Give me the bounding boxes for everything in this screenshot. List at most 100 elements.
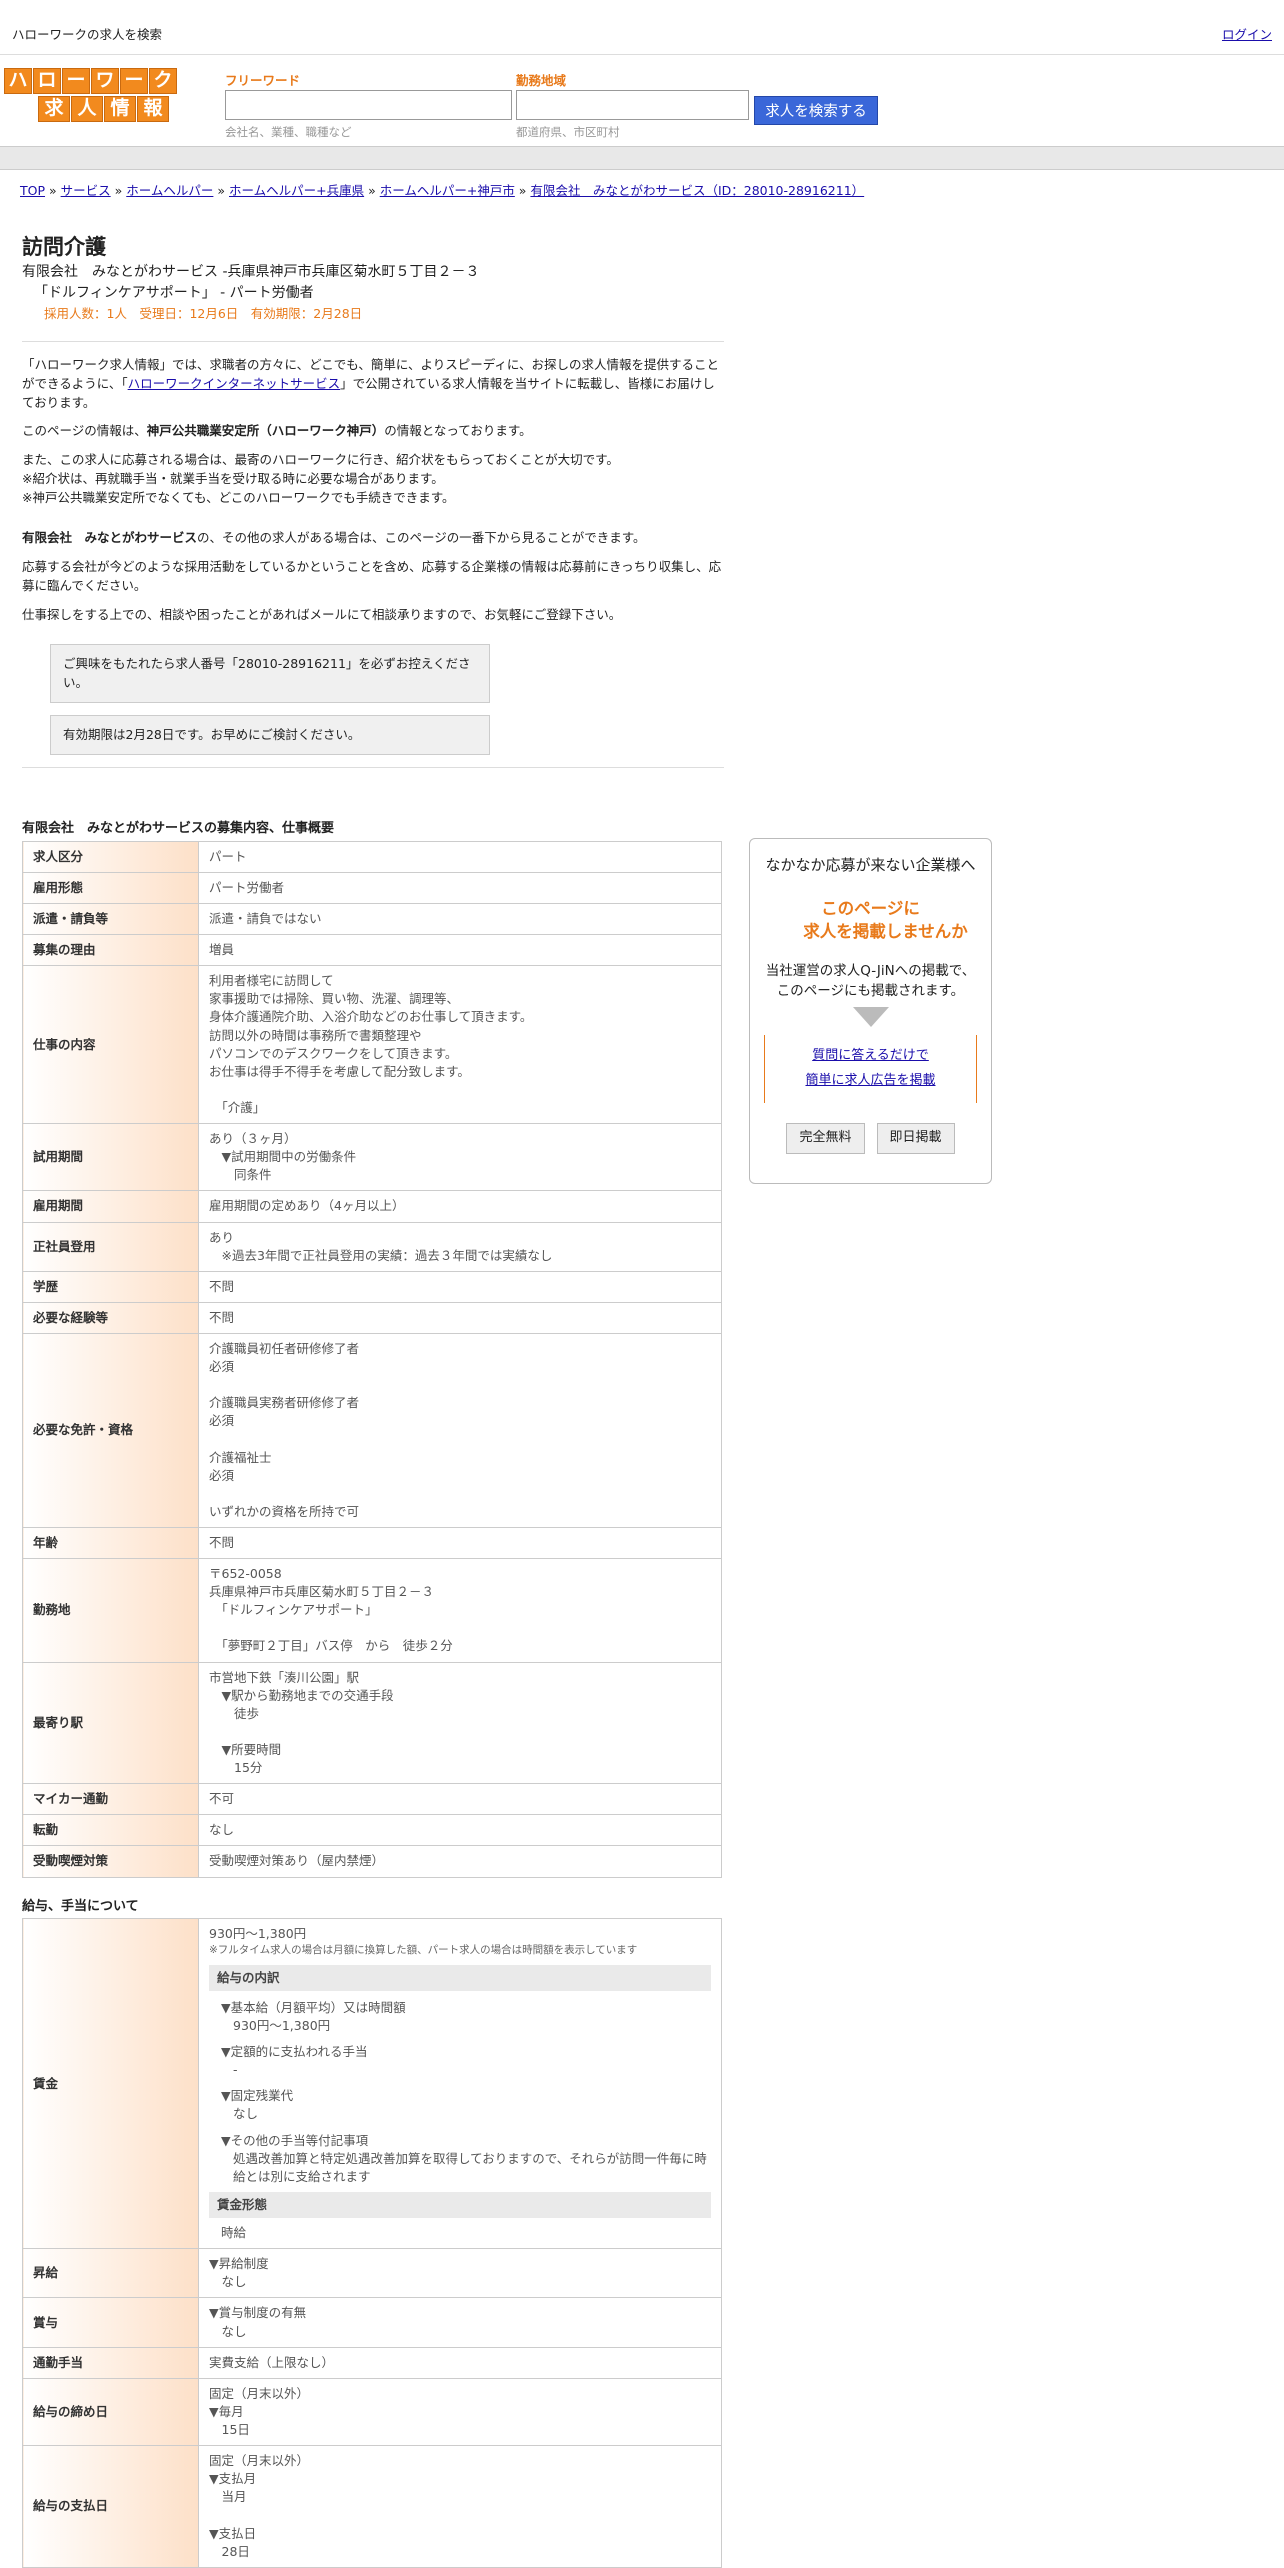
section-salary-title: 給与、手当について	[22, 1898, 139, 1914]
row-value: 不可	[198, 1783, 722, 1816]
row-value: パート労働者	[198, 871, 722, 904]
table-row: 雇用期間 雇用期間の定めあり（4ヶ月以上）	[22, 1190, 722, 1223]
wage-item-heading: ▼固定残業代	[221, 2088, 294, 2104]
row-value-line: 介護職員実務者研修修了者	[209, 1395, 360, 1411]
table-row: 必要な経験等 不問	[22, 1301, 722, 1335]
breadcrumb-link[interactable]: サービス	[61, 183, 111, 198]
table-row: 必要な免許・資格 介護職員初任者研修修了者 必須 介護職員実務者研修修了者 必須 介護福祉…	[22, 1333, 722, 1528]
login-link[interactable]: ログイン	[1222, 26, 1272, 44]
table-row: 転勤 なし	[22, 1814, 722, 1847]
row-label: 給与の支払日	[22, 2445, 199, 2568]
row-value-line: 家事援助では掃除、買い物、洗濯、調理等、	[209, 991, 460, 1007]
row-value: 受動喫煙対策あり（屋内禁煙）	[198, 1845, 722, 1878]
wage-item-value: 処遇改善加算と特定処遇改善加算を取得しておりますので、それらが訪問一件毎に時給と…	[233, 2150, 707, 2184]
breadcrumb-separator: »	[45, 183, 61, 198]
job-meta: 採用人数：1人 受理日：12月6日 有効期限：2月28日	[44, 306, 363, 322]
row-value-line: 実費支給（上限なし）	[209, 2354, 335, 2370]
ad-link-post[interactable]: 簡単に求人広告を掲載	[805, 1073, 935, 1088]
row-value-line: 市営地下鉄「湊川公園」駅	[209, 1669, 360, 1685]
same-day-badge[interactable]: 即日掲載	[876, 1123, 955, 1154]
logo-char: 情	[104, 96, 136, 122]
breadcrumb-link[interactable]: ホームヘルパー	[126, 183, 213, 198]
row-value: 雇用期間の定めあり（4ヶ月以上）	[198, 1190, 722, 1223]
row-label: 学歴	[22, 1270, 199, 1303]
row-value-line: なし	[209, 2274, 247, 2290]
row-value: 派遣・請負ではない	[198, 902, 722, 936]
table-row: 求人区分 パート	[22, 840, 722, 873]
row-value-line: 同条件	[209, 1167, 272, 1183]
breadcrumb-link[interactable]: TOP	[20, 183, 45, 198]
divider	[22, 341, 724, 343]
free-word-input[interactable]	[225, 90, 512, 120]
row-label: 受動喫煙対策	[22, 1845, 199, 1878]
row-label: 賞与	[22, 2297, 199, 2348]
area-input[interactable]	[516, 90, 749, 120]
hellowork-logo[interactable]: ハローワーク 求人情報	[4, 68, 182, 126]
table-row: 賞与 ▼賞与制度の有無 なし	[22, 2297, 722, 2348]
row-label: 派遣・請負等	[22, 902, 199, 936]
row-label: 年齢	[22, 1526, 199, 1560]
ad-badges: 完全無料 即日掲載	[750, 1123, 991, 1154]
table-row: 最寄り駅 市営地下鉄「湊川公園」駅 ▼駅から勤務地までの交通手段 徒歩 ▼所要時間…	[22, 1661, 722, 1785]
site-title: ハローワークの求人を検索	[12, 27, 163, 42]
row-label: 雇用期間	[22, 1190, 199, 1223]
ad-catchphrase: このページに 求人を掲載しませんか	[803, 898, 968, 941]
top-bar: ハローワークの求人を検索 ログイン	[0, 0, 1284, 55]
row-value-line: ※過去3年間で正社員登用の実績：過去３年間では実績なし	[209, 1247, 553, 1263]
row-value: 固定（月末以外） ▼毎月 15日	[198, 2377, 722, 2447]
intro-p6: 仕事探しをする上での、相談や困ったことがあればメールにて相談承りますので、お気軽…	[22, 606, 622, 622]
row-value-line: 15分	[209, 1760, 263, 1775]
advertiser-banner[interactable]: なかなか応募が来ない企業様へ このページに 求人を掲載しませんか 当社運営の求人Q…	[749, 838, 992, 1184]
logo-char: ー	[62, 68, 90, 94]
row-value: パート	[198, 840, 722, 873]
table-row: 給与の締め日 固定（月末以外） ▼毎月 15日	[22, 2377, 722, 2447]
search-button[interactable]: 求人を検索する	[754, 96, 878, 125]
table-row: 給与の支払日 固定（月末以外） ▼支払月 当月 ▼支払日 28日	[22, 2445, 722, 2568]
logo-char: ワ	[91, 68, 119, 94]
row-value-line: 「夢野町２丁目」バス停 から 徒歩２分	[209, 1638, 453, 1654]
row-value-line: ▼試用期間中の労働条件	[209, 1149, 357, 1165]
ad-heading: なかなか応募が来ない企業様へ	[765, 856, 976, 874]
row-value-line: いずれかの資格を所持で可	[209, 1503, 360, 1519]
breadcrumb-separator: »	[364, 183, 380, 198]
row-value-line: ▼駅から勤務地までの交通手段	[209, 1687, 394, 1703]
wage-breakdown-title: 給与の内訳	[209, 1964, 711, 1991]
row-value-line: 雇用期間の定めあり（4ヶ月以上）	[209, 1198, 405, 1214]
table-row: 正社員登用 あり ※過去3年間で正社員登用の実績：過去３年間では実績なし	[22, 1221, 722, 1272]
row-label: 賃金	[22, 1918, 199, 2250]
row-value-line	[209, 1723, 711, 1741]
row-label: 求人区分	[22, 840, 199, 873]
free-word-label: フリーワード	[225, 73, 301, 88]
row-value-line: なし	[209, 1822, 235, 1838]
ad-link-questions[interactable]: 質問に答えるだけで	[812, 1048, 929, 1063]
row-value-line: 介護福祉士	[209, 1449, 272, 1465]
row-value-line	[209, 2507, 711, 2525]
down-arrow-icon	[852, 1007, 889, 1028]
row-value-line: ▼所要時間	[209, 1741, 282, 1757]
row-value-line: あり（３ヶ月）	[209, 1131, 297, 1146]
hellowork-internet-link[interactable]: ハローワークインターネットサービス	[128, 376, 341, 391]
row-value-line: パート労働者	[209, 879, 285, 895]
row-value: 実費支給（上限なし）	[198, 2346, 722, 2379]
breadcrumb-link[interactable]: 有限会社 みなとがわサービス（ID：28010-28916211）	[530, 183, 864, 198]
row-value-line: パート	[209, 848, 247, 864]
breadcrumb-link[interactable]: ホームヘルパー+神戸市	[380, 183, 515, 198]
row-value: 増員	[198, 933, 722, 967]
row-value-line	[209, 1081, 711, 1099]
table-row: 年齢 不問	[22, 1526, 722, 1560]
breadcrumb-link[interactable]: ホームヘルパー+兵庫県	[229, 183, 364, 198]
table-row: 募集の理由 増員	[22, 933, 722, 967]
header: ハローワーク 求人情報 フリーワード 会社名、業種、職種など 勤務地域 都道府県…	[0, 56, 1284, 146]
row-value-line	[209, 1376, 711, 1394]
free-badge[interactable]: 完全無料	[786, 1123, 865, 1154]
row-label: 通勤手当	[22, 2346, 199, 2379]
row-label: 必要な経験等	[22, 1301, 199, 1335]
job-overview-table: 求人区分 パート 雇用形態 パート労働者 派遣・請負等 派遣・請負ではない 募集の理由 増員仕…	[22, 840, 722, 1878]
intro-text: 「ハローワーク求人情報」では、求職者の方々に、どこでも、簡単に、よりスピーディに…	[22, 356, 724, 624]
row-value-line: 介護職員初任者研修修了者	[209, 1341, 360, 1356]
intro-p2: このページの情報は、神戸公共職業安定所（ハローワーク神戸）の情報となっております…	[22, 423, 532, 439]
intro-p4: 有限会社 みなとがわサービスの、その他の求人がある場合は、このページの一番下から…	[22, 530, 646, 546]
nav-band	[0, 146, 1284, 170]
notice-boxes: ご興味をもたれたら求人番号「28010-28916211」を必ずお控えください。…	[50, 644, 490, 755]
table-row: 仕事の内容 利用者様宅に訪問して 家事援助では掃除、買い物、洗濯、調理等、 身体介護通…	[22, 965, 722, 1124]
